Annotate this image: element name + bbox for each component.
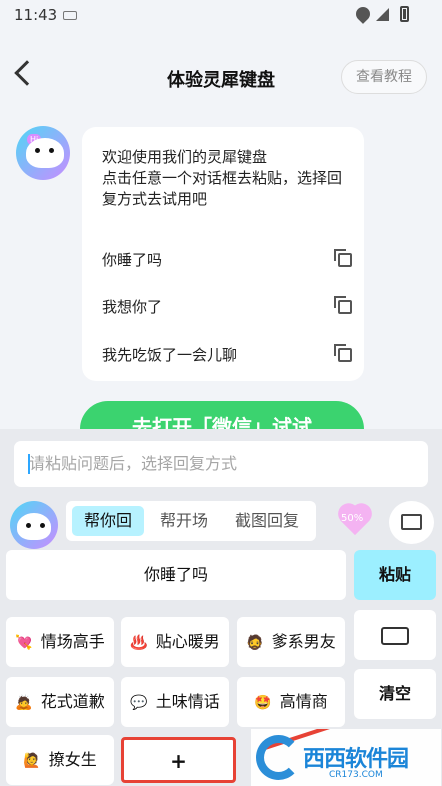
category-button[interactable]: ♨️ 贴心暖男 xyxy=(121,617,229,667)
top-header: 体验灵犀键盘 查看教程 xyxy=(0,40,442,112)
chat-message-text: 我想你了 xyxy=(102,298,163,316)
chat-message-text: 我先吃饭了一会儿聊 xyxy=(102,346,238,364)
star-eyes-icon: 🤩 xyxy=(254,695,272,711)
ghost-icon xyxy=(17,513,51,540)
wifi-icon xyxy=(353,4,373,24)
copy-icon[interactable] xyxy=(334,249,352,267)
keyboard-panel: 请粘贴问题后，选择回复方式 帮你回 帮开场 截图回复 50% 你睡了吗 粘贴 💘… xyxy=(0,429,442,786)
category-button[interactable]: 🤩 高情商 xyxy=(237,677,345,727)
paste-button[interactable]: 粘贴 xyxy=(354,550,436,600)
watermark-text: 西西软件园 xyxy=(303,747,409,772)
raising-hand-icon: 🙋 xyxy=(23,753,41,769)
beard-face-icon: 🧔 xyxy=(246,635,264,651)
tab-help-reply[interactable]: 帮你回 xyxy=(72,506,144,536)
status-time: 11:43 xyxy=(14,6,58,24)
suggestion-button[interactable]: 你睡了吗 xyxy=(6,550,346,600)
tab-open-talk[interactable]: 帮开场 xyxy=(148,506,220,536)
status-bar: 11:43 xyxy=(0,0,442,30)
speech-bubble-icon: 💬 xyxy=(130,695,148,711)
category-label: 土味情话 xyxy=(155,692,220,711)
category-button[interactable]: 🙋 撩女生 xyxy=(6,735,114,785)
tutorial-button[interactable]: 查看教程 xyxy=(341,60,427,94)
chat-avatar: Hi xyxy=(16,126,70,180)
delete-button[interactable] xyxy=(354,610,436,660)
category-label: 贴心暖男 xyxy=(155,632,220,651)
category-button[interactable]: 💘 情场高手 xyxy=(6,617,114,667)
ghost-icon xyxy=(26,138,64,168)
bowing-person-icon: 🙇 xyxy=(15,695,33,711)
chat-message-row[interactable]: 你睡了吗 xyxy=(102,245,352,275)
category-button[interactable]: 💬 土味情话 xyxy=(121,677,229,727)
chat-message-text: 你睡了吗 xyxy=(102,251,163,269)
keyboard-avatar[interactable] xyxy=(10,501,58,549)
chat-card: 欢迎使用我们的灵犀键盘 点击任意一个对话框去粘贴，选择回复方式去试用吧 你睡了吗… xyxy=(82,127,364,381)
heart-percent: 50% xyxy=(341,513,364,524)
category-label: 高情商 xyxy=(279,692,328,711)
chat-intro-text: 欢迎使用我们的灵犀键盘 点击任意一个对话框去粘贴，选择回复方式去试用吧 xyxy=(102,148,343,208)
signal-icon xyxy=(376,8,389,21)
watermark-logo: 西西软件园 CR173.COM xyxy=(251,729,441,786)
watermark-c-icon xyxy=(256,735,301,780)
category-label: 情场高手 xyxy=(40,632,105,651)
category-button[interactable]: 🧔 爹系男友 xyxy=(237,617,345,667)
hot-spring-icon: ♨️ xyxy=(130,635,148,651)
category-label: 花式道歉 xyxy=(40,692,105,711)
paste-input[interactable]: 请粘贴问题后，选择回复方式 xyxy=(14,441,428,487)
chat-message-row[interactable]: 我先吃饭了一会儿聊 xyxy=(102,340,352,370)
battery-icon xyxy=(400,6,409,22)
keyboard-status-icon xyxy=(63,11,77,20)
clear-button[interactable]: 清空 xyxy=(354,669,436,719)
tab-screenshot-reply[interactable]: 截图回复 xyxy=(224,506,310,536)
copy-icon[interactable] xyxy=(334,296,352,314)
category-label: 撩女生 xyxy=(48,750,97,769)
heart-arrow-icon: 💘 xyxy=(15,635,33,651)
watermark-url: CR173.COM xyxy=(329,770,383,780)
keyboard-icon xyxy=(401,514,422,530)
chat-message-row[interactable]: 我想你了 xyxy=(102,292,352,322)
keyboard-toggle-button[interactable] xyxy=(389,501,434,544)
category-label: 爹系男友 xyxy=(271,632,336,651)
keyboard-tabs: 帮你回 帮开场 截图回复 xyxy=(66,501,316,541)
copy-icon[interactable] xyxy=(334,344,352,362)
add-category-button[interactable]: + xyxy=(121,737,236,783)
category-button[interactable]: 🙇 花式道歉 xyxy=(6,677,114,727)
backspace-icon xyxy=(381,626,409,645)
